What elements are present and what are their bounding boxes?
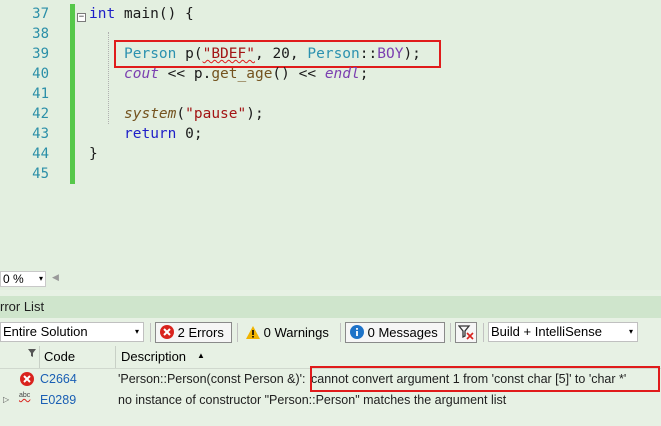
code-text: (	[176, 106, 186, 122]
error-list-toolbar: Entire Solution ▾ 2 Errors 0 Warnings 0 …	[0, 318, 661, 346]
scope-dropdown[interactable]: Entire Solution ▾	[0, 322, 144, 342]
identifier-cout: cout	[124, 66, 159, 82]
toolbar-divider	[237, 323, 238, 342]
toolbar-divider	[450, 323, 451, 342]
line-number: 37	[32, 6, 49, 22]
keyword-return: return	[124, 126, 177, 142]
errors-count: 2 Errors	[177, 325, 224, 340]
column-divider	[115, 346, 116, 368]
error-description: 'Person::Person(const Person &)':	[118, 372, 306, 386]
function-call: system	[124, 106, 177, 122]
code-line-40: 40 cout << p.get_age() << endl;	[0, 64, 661, 84]
code-editor[interactable]: 37 − int main() { 38 39 Person p("BDEF",…	[0, 0, 661, 268]
error-code-link[interactable]: E0289	[40, 390, 76, 410]
code-text: main() {	[115, 6, 194, 22]
column-header-code[interactable]: Code	[44, 349, 75, 364]
code-line-43: 43 return 0;	[0, 124, 661, 144]
sort-ascending-icon: ▲	[197, 351, 205, 360]
code-text: }	[89, 146, 98, 162]
error-code-link[interactable]: C2664	[40, 369, 77, 389]
expand-icon[interactable]: ▷	[3, 390, 9, 410]
errors-filter-button[interactable]: 2 Errors	[155, 322, 232, 343]
code-text: () <<	[272, 66, 325, 82]
intellisense-error-icon: abc	[19, 392, 31, 399]
filter-icon	[457, 325, 474, 340]
error-icon	[160, 325, 174, 339]
line-number: 45	[32, 166, 49, 182]
scope-value: Entire Solution	[3, 324, 88, 339]
column-divider	[39, 346, 40, 368]
warnings-count: 0 Warnings	[263, 325, 329, 340]
code-text: 0;	[176, 126, 203, 142]
zoom-value: 0 %	[3, 272, 24, 286]
code-line-37: 37 − int main() {	[0, 4, 661, 24]
column-filter-icon[interactable]	[27, 348, 37, 358]
chevron-down-icon: ▾	[628, 327, 633, 336]
messages-filter-button[interactable]: 0 Messages	[345, 322, 445, 343]
build-source-value: Build + IntelliSense	[491, 324, 602, 339]
function-call: get_age	[211, 66, 273, 82]
keyword-int: int	[89, 6, 116, 22]
scroll-left-icon[interactable]: ◀	[52, 272, 59, 283]
messages-count: 0 Messages	[367, 325, 438, 340]
code-line-45: 45	[0, 164, 661, 184]
code-line-44: 44 }	[0, 144, 661, 164]
column-header-description[interactable]: Description	[121, 349, 186, 364]
identifier-endl: endl	[324, 66, 360, 82]
build-source-dropdown[interactable]: Build + IntelliSense ▾	[488, 322, 638, 342]
filter-button[interactable]	[455, 322, 477, 343]
table-row[interactable]: ▷ abc E0289 no instance of constructor "…	[0, 390, 661, 410]
line-number: 38	[32, 26, 49, 42]
info-icon	[350, 325, 364, 339]
line-number: 43	[32, 126, 49, 142]
toolbar-divider	[483, 323, 484, 342]
chevron-down-icon: ▾	[134, 327, 139, 336]
zoom-dropdown[interactable]: 0 % ▾	[0, 271, 46, 287]
line-number: 44	[32, 146, 49, 162]
table-row[interactable]: C2664 'Person::Person(const Person &)': …	[0, 366, 661, 392]
code-text: << p.	[158, 66, 212, 82]
code-line-42: 42 system("pause");	[0, 104, 661, 124]
error-icon	[20, 372, 34, 386]
line-number: 41	[32, 86, 49, 102]
line-number: 39	[32, 46, 49, 62]
code-text: ;	[359, 66, 369, 82]
collapse-icon[interactable]: −	[77, 13, 86, 22]
code-text: );	[246, 106, 264, 122]
chevron-down-icon: ▾	[38, 274, 43, 283]
editor-status-bar: 0 % ▾ ◀	[0, 268, 661, 290]
string-literal: "pause"	[185, 106, 247, 122]
line-number: 40	[32, 66, 49, 82]
toolbar-divider	[340, 323, 341, 342]
warning-icon	[246, 326, 260, 339]
line-number: 42	[32, 106, 49, 122]
error-description: no instance of constructor "Person::Pers…	[118, 393, 507, 407]
code-line-41: 41	[0, 84, 661, 104]
warnings-filter-button[interactable]: 0 Warnings	[241, 322, 338, 343]
error-list-title: rror List	[0, 296, 661, 318]
error-highlight-box	[310, 366, 660, 392]
toolbar-divider	[150, 323, 151, 342]
